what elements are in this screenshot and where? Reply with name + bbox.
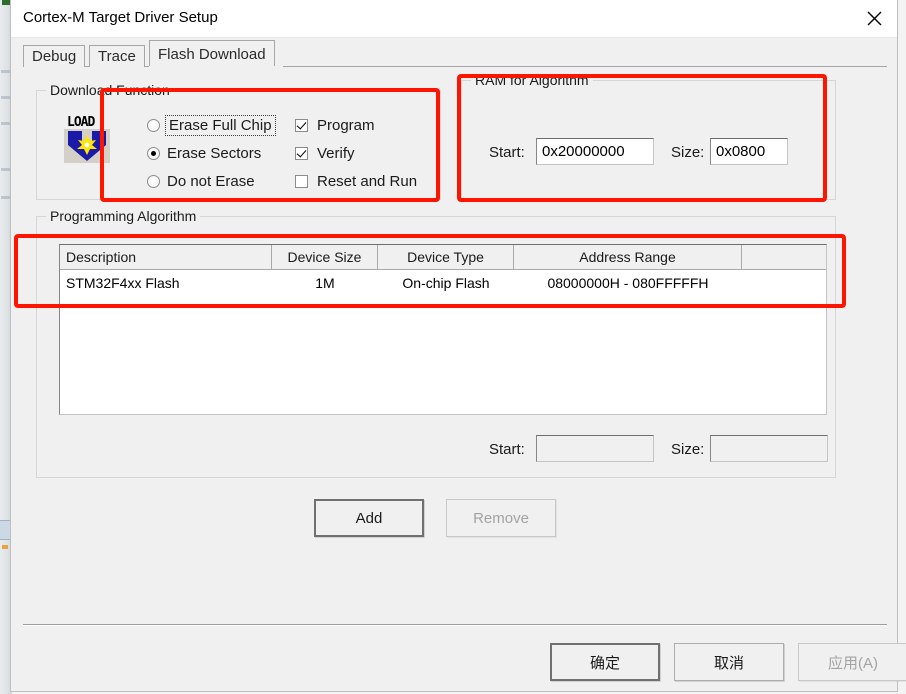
download-function-group: Download Function LOAD Erase Full Chip E… (36, 82, 441, 200)
ram-start-label: Start: (489, 144, 525, 161)
cancel-button[interactable]: 取消 (674, 643, 784, 681)
background-fleck (1, 196, 10, 199)
cancel-button-label: 取消 (713, 654, 744, 672)
background-fleck (1, 96, 10, 99)
algorithm-start-input[interactable] (536, 435, 654, 462)
checkbox-indicator (295, 147, 308, 160)
ram-size-input[interactable]: 0x0800 (710, 138, 788, 165)
programming-algorithm-title: Programming Algorithm (46, 208, 201, 224)
checkbox-reset-and-run[interactable]: Reset and Run (295, 173, 417, 190)
tab-trace-label: Trace (98, 48, 136, 65)
checkbox-verify-label: Verify (317, 145, 355, 162)
download-function-title: Download Function (46, 82, 174, 98)
checkbox-indicator (295, 119, 308, 132)
background-fleck (1, 122, 10, 125)
algorithm-start-label: Start: (489, 441, 525, 458)
radio-erase-full-chip[interactable]: Erase Full Chip (147, 115, 276, 136)
column-header-address-range[interactable]: Address Range (514, 245, 742, 269)
checkbox-indicator (295, 175, 308, 188)
tab-flash-download-label: Flash Download (158, 45, 266, 63)
target-driver-setup-dialog: Cortex-M Target Driver Setup Debug Trace… (10, 0, 906, 692)
programming-algorithm-list[interactable]: Description Device Size Device Type Addr… (59, 244, 827, 415)
column-header-device-type[interactable]: Device Type (378, 245, 514, 269)
background-fleck (1, 70, 10, 73)
apply-button-label: 应用(A) (828, 654, 878, 672)
radio-do-not-erase-label: Do not Erase (167, 173, 255, 190)
add-button-label: Add (355, 509, 383, 527)
checkbox-reset-and-run-label: Reset and Run (317, 173, 418, 190)
close-icon[interactable] (851, 0, 897, 37)
background-fleck (1, 168, 10, 171)
ok-button-label: 确定 (589, 654, 620, 672)
table-header-row: Description Device Size Device Type Addr… (60, 245, 826, 270)
ram-start-input[interactable]: 0x20000000 (536, 138, 654, 165)
apply-button[interactable]: 应用(A) (798, 643, 906, 681)
tab-strip: Debug Trace Flash Download (11, 37, 897, 68)
algorithm-size-label: Size: (671, 441, 705, 458)
tab-active-notch (149, 66, 283, 68)
tab-debug-label: Debug (32, 48, 77, 65)
cell-description: STM32F4xx Flash (66, 274, 180, 291)
add-button[interactable]: Add (314, 499, 424, 537)
ram-size-label: Size: (671, 144, 705, 161)
radio-indicator (147, 119, 160, 132)
cell-device-type: On-chip Flash (402, 274, 490, 291)
cell-device-size: 1M (315, 274, 335, 291)
column-header-device-size[interactable]: Device Size (272, 245, 378, 269)
radio-do-not-erase[interactable]: Do not Erase (147, 173, 255, 190)
tab-flash-download[interactable]: Flash Download (149, 40, 275, 68)
load-icon-text: LOAD (67, 115, 95, 130)
cell-extra (742, 270, 826, 295)
column-header-description[interactable]: Description (60, 245, 272, 269)
background-fleck (2, 545, 8, 549)
load-icon: LOAD (64, 115, 112, 163)
tab-debug[interactable]: Debug (23, 45, 86, 67)
radio-indicator (147, 147, 160, 160)
remove-button-label: Remove (473, 509, 529, 527)
title-bar: Cortex-M Target Driver Setup (11, 0, 897, 38)
checkbox-program[interactable]: Program (295, 117, 375, 134)
radio-erase-sectors-label: Erase Sectors (167, 145, 262, 162)
cell-address-range: 08000000H - 080FFFFFH (547, 274, 709, 291)
background-accent (2, 0, 10, 5)
radio-erase-sectors[interactable]: Erase Sectors (147, 145, 261, 162)
flash-download-page: Download Function LOAD Erase Full Chip E… (11, 66, 899, 626)
algorithm-size-input[interactable] (710, 435, 828, 462)
radio-indicator (147, 175, 160, 188)
checkbox-program-label: Program (317, 117, 375, 134)
remove-button[interactable]: Remove (446, 499, 556, 537)
ram-for-algorithm-title: RAM for Algorithm (471, 72, 593, 88)
ok-button[interactable]: 确定 (550, 643, 660, 681)
tab-trace[interactable]: Trace (89, 45, 145, 67)
table-row[interactable]: STM32F4xx Flash 1M On-chip Flash 0800000… (60, 270, 826, 295)
radio-erase-full-chip-label: Erase Full Chip (165, 115, 276, 136)
column-header-extra[interactable] (742, 245, 826, 269)
checkbox-verify[interactable]: Verify (295, 145, 355, 162)
footer-separator (23, 624, 887, 626)
window-title: Cortex-M Target Driver Setup (23, 9, 218, 26)
